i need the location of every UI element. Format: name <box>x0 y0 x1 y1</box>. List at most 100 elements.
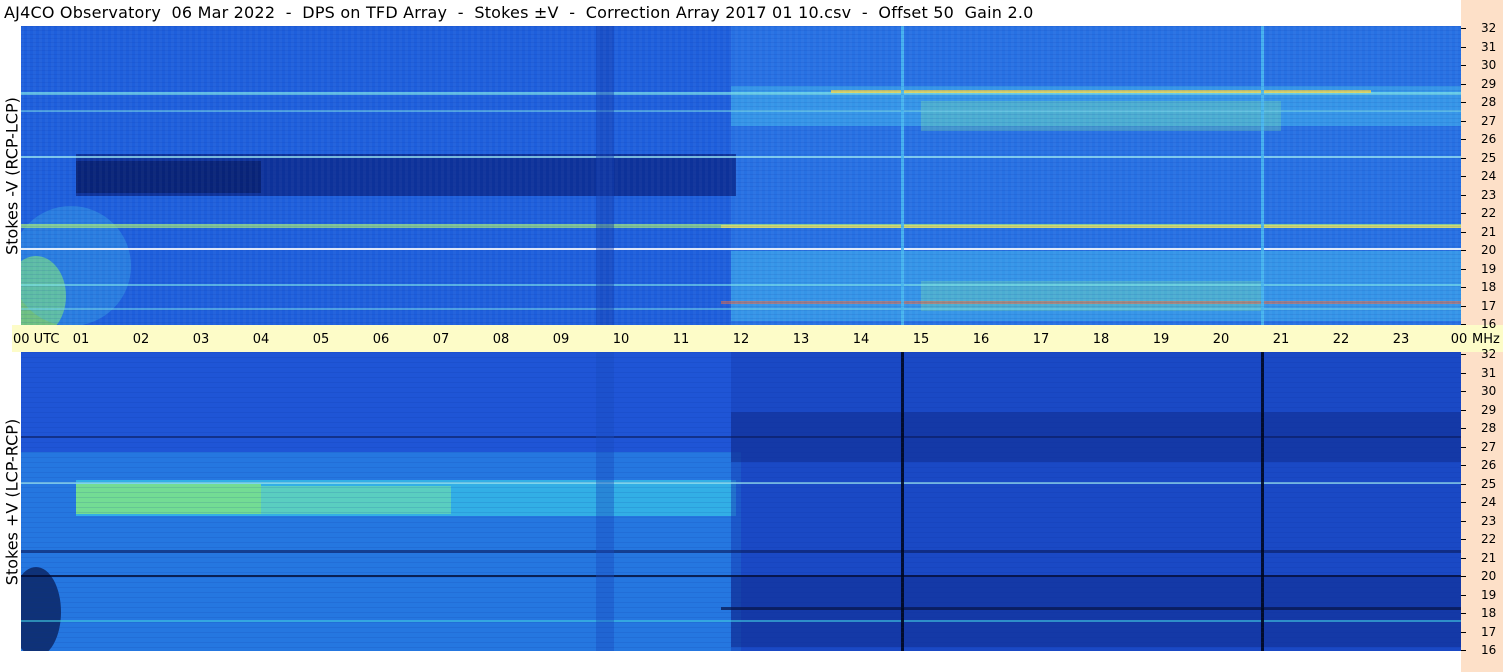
freq-tick-label-bottom: 28 <box>1481 421 1497 435</box>
freq-tick-label-top: 22 <box>1481 206 1497 220</box>
time-tick-label: 17 <box>1032 332 1050 347</box>
time-tick-label: 05 <box>312 332 330 347</box>
time-tick-label: 20 <box>1212 332 1230 347</box>
time-tick-label: 09 <box>552 332 570 347</box>
freq-tick-label-top: 19 <box>1481 261 1497 276</box>
freq-tick-label-top: 28 <box>1481 95 1497 109</box>
window-title: AJ4CO Observatory 06 Mar 2022 - DPS on T… <box>4 3 1034 22</box>
freq-tick-mark <box>1461 558 1466 559</box>
freq-tick-mark <box>1461 484 1466 485</box>
time-tick-label: 10 <box>612 332 630 347</box>
freq-tick-mark <box>1461 373 1466 374</box>
time-tick-label: 22 <box>1332 332 1350 347</box>
freq-tick-mark <box>1461 176 1466 177</box>
time-tick-label: 16 <box>972 332 990 347</box>
freq-tick-label-bottom: 32 <box>1481 347 1497 361</box>
freq-tick-mark <box>1461 47 1466 48</box>
time-tick-label: 02 <box>132 332 150 347</box>
top-panel-label-wrap: Stokes -V (RCP-LCP) <box>1 26 23 326</box>
freq-tick-label-bottom: 30 <box>1481 384 1497 398</box>
time-tick-label: 19 <box>1152 332 1170 347</box>
freq-tick-label-bottom: 23 <box>1481 513 1497 528</box>
freq-tick-mark <box>1461 121 1466 122</box>
freq-tick-label-bottom: 18 <box>1481 606 1497 620</box>
time-tick-label: 12 <box>732 332 750 347</box>
time-tick-label: 04 <box>252 332 270 347</box>
time-tick-label: 01 <box>72 332 90 347</box>
freq-tick-label-top: 31 <box>1481 39 1497 54</box>
freq-tick-label-top: 21 <box>1481 224 1497 239</box>
time-tick-label: 13 <box>792 332 810 347</box>
time-tick-label: 11 <box>672 332 690 347</box>
freq-tick-mark <box>1461 102 1466 103</box>
freq-tick-mark <box>1461 250 1466 251</box>
freq-tick-label-top: 17 <box>1481 298 1497 313</box>
freq-tick-mark <box>1461 324 1466 325</box>
time-tick-label: 06 <box>372 332 390 347</box>
mhz-unit-label: MHz <box>1472 332 1500 347</box>
freq-tick-mark <box>1461 391 1466 392</box>
freq-tick-mark <box>1461 613 1466 614</box>
freq-tick-label-bottom: 21 <box>1481 550 1497 565</box>
freq-tick-label-bottom: 22 <box>1481 532 1497 546</box>
freq-tick-label-bottom: 17 <box>1481 624 1497 639</box>
freq-tick-label-top: 32 <box>1481 21 1497 35</box>
freq-tick-label-bottom: 19 <box>1481 587 1497 602</box>
spectrogram-bottom-image <box>21 352 1461 651</box>
freq-tick-mark <box>1461 539 1466 540</box>
freq-tick-label-top: 26 <box>1481 132 1497 146</box>
freq-tick-mark <box>1461 632 1466 633</box>
time-tick-label: 18 <box>1092 332 1110 347</box>
freq-tick-label-bottom: 26 <box>1481 458 1497 472</box>
freq-tick-label-top: 18 <box>1481 280 1497 294</box>
time-tick-label: 23 <box>1392 332 1410 347</box>
freq-tick-mark <box>1461 269 1466 270</box>
freq-tick-mark <box>1461 232 1466 233</box>
spectrogram-bottom[interactable] <box>21 352 1461 651</box>
freq-tick-mark <box>1461 287 1466 288</box>
freq-tick-mark <box>1461 65 1466 66</box>
time-tick-label: 14 <box>852 332 870 347</box>
freq-tick-mark <box>1461 158 1466 159</box>
time-tick-label: 07 <box>432 332 450 347</box>
freq-tick-mark <box>1461 410 1466 411</box>
freq-tick-mark <box>1461 447 1466 448</box>
freq-tick-label-bottom: 27 <box>1481 439 1497 454</box>
freq-tick-mark <box>1461 502 1466 503</box>
time-tick-label: 00 <box>1450 332 1468 347</box>
freq-tick-mark <box>1461 195 1466 196</box>
time-tick-label: 03 <box>192 332 210 347</box>
freq-tick-label-bottom: 29 <box>1481 402 1497 417</box>
freq-tick-label-bottom: 25 <box>1481 476 1497 491</box>
time-tick-label: 15 <box>912 332 930 347</box>
freq-tick-mark <box>1461 28 1466 29</box>
freq-tick-mark <box>1461 213 1466 214</box>
freq-tick-label-bottom: 16 <box>1481 643 1497 657</box>
freq-tick-mark <box>1461 428 1466 429</box>
freq-tick-label-top: 27 <box>1481 113 1497 128</box>
spectrogram-top[interactable] <box>21 26 1461 325</box>
time-tick-label: 08 <box>492 332 510 347</box>
freq-tick-label-bottom: 31 <box>1481 365 1497 380</box>
time-tick-label: 21 <box>1272 332 1290 347</box>
freq-tick-label-bottom: 20 <box>1481 569 1497 583</box>
freq-tick-mark <box>1461 650 1466 651</box>
freq-tick-mark <box>1461 465 1466 466</box>
freq-tick-label-bottom: 24 <box>1481 495 1497 509</box>
freq-tick-label-top: 29 <box>1481 76 1497 91</box>
freq-tick-label-top: 23 <box>1481 187 1497 202</box>
freq-tick-label-top: 25 <box>1481 150 1497 165</box>
freq-tick-mark <box>1461 576 1466 577</box>
bottom-panel-label-wrap: Stokes +V (LCP-RCP) <box>1 352 23 652</box>
freq-tick-label-top: 20 <box>1481 243 1497 257</box>
freq-tick-mark <box>1461 521 1466 522</box>
time-tick-label: 00 UTC <box>13 332 60 347</box>
bottom-panel-label: Stokes +V (LCP-RCP) <box>2 418 22 586</box>
freq-tick-mark <box>1461 139 1466 140</box>
freq-tick-label-top: 16 <box>1481 317 1497 331</box>
freq-tick-label-top: 24 <box>1481 169 1497 183</box>
freq-tick-label-top: 30 <box>1481 58 1497 72</box>
freq-tick-mark <box>1461 84 1466 85</box>
spectrogram-top-image <box>21 26 1461 325</box>
freq-tick-mark <box>1461 306 1466 307</box>
